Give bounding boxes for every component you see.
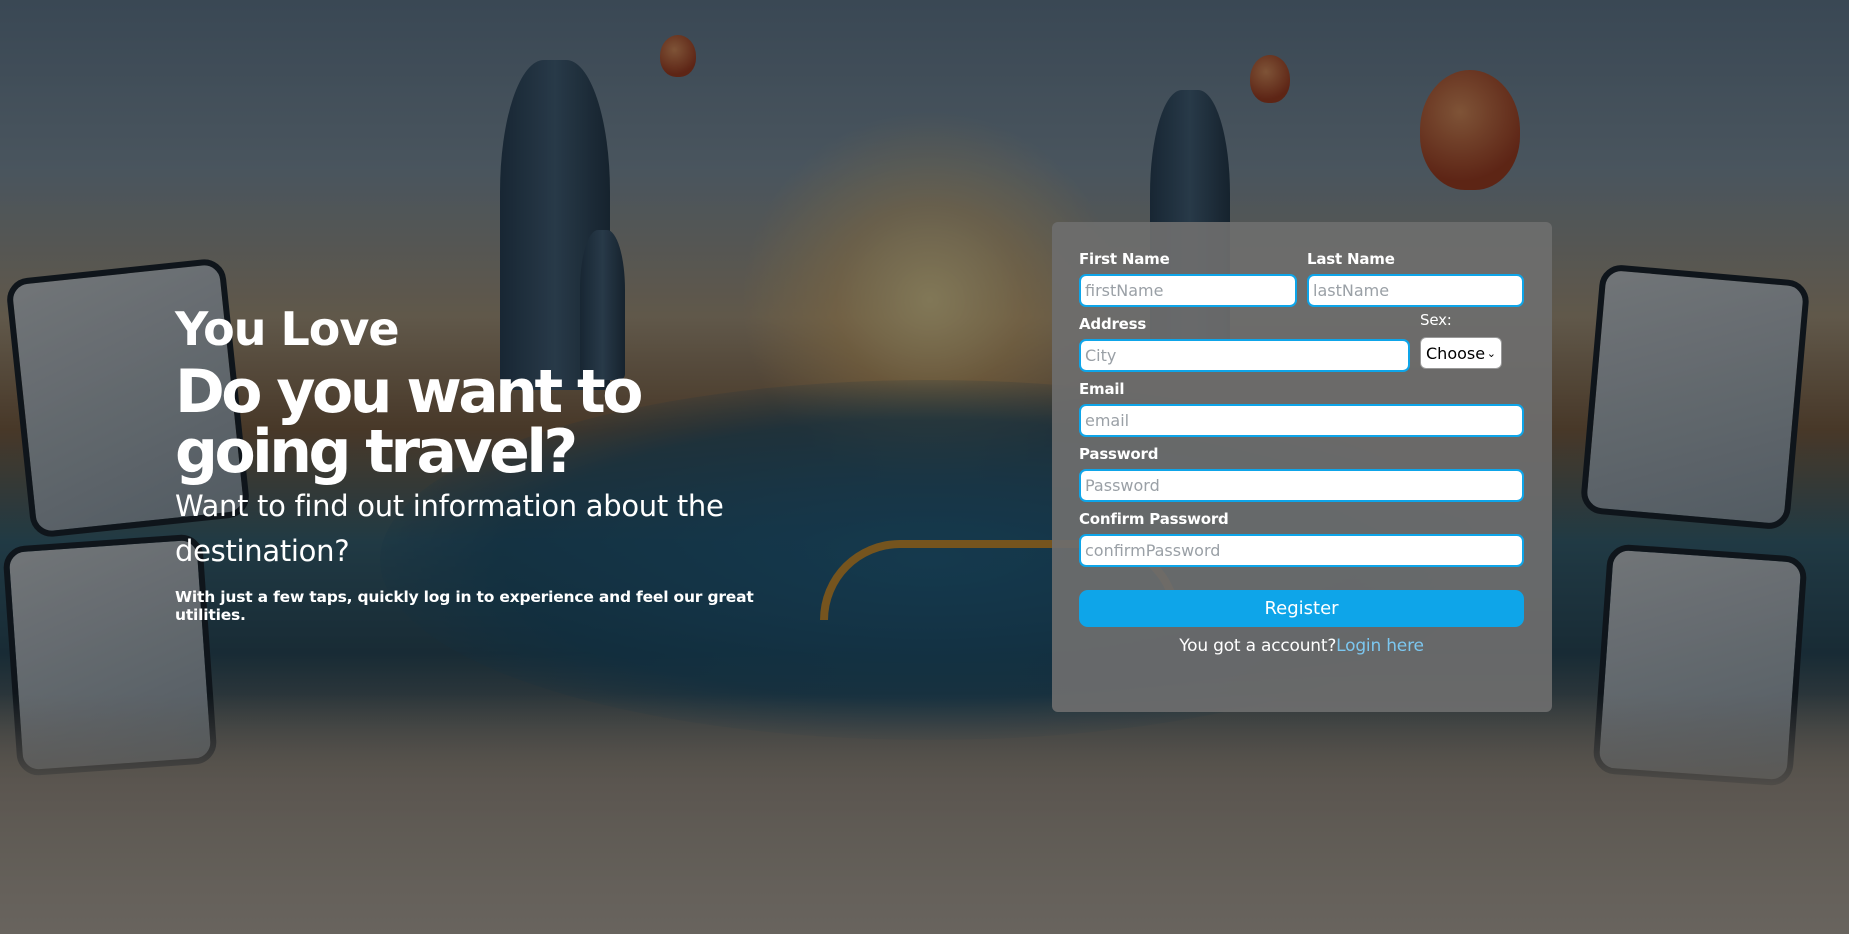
- email-group: Email: [1079, 378, 1524, 437]
- first-name-group: First Name: [1079, 248, 1297, 307]
- hero-subtitle: Want to find out information about the d…: [175, 489, 724, 568]
- password-label: Password: [1079, 445, 1159, 463]
- confirm-password-label: Confirm Password: [1079, 510, 1229, 528]
- confirm-password-input[interactable]: [1079, 534, 1524, 567]
- address-row: Address Sex: Choose ⌄: [1079, 311, 1524, 372]
- confirm-password-group: Confirm Password: [1079, 508, 1524, 567]
- address-group: Address: [1079, 313, 1410, 372]
- register-form: First Name Last Name Address Sex: Choose…: [1052, 222, 1552, 712]
- login-link[interactable]: Login here: [1336, 636, 1424, 656]
- hero-eyebrow: You Love: [175, 302, 400, 356]
- sex-label: Sex:: [1420, 311, 1452, 329]
- first-name-label: First Name: [1079, 250, 1170, 268]
- hero-note: With just a few taps, quickly log in to …: [175, 588, 754, 624]
- email-label: Email: [1079, 380, 1125, 398]
- last-name-label: Last Name: [1307, 250, 1395, 268]
- hero-section: You Love Do you want to going travel? Wa…: [175, 300, 815, 624]
- name-row: First Name Last Name: [1079, 248, 1524, 307]
- register-button[interactable]: Register: [1079, 590, 1524, 627]
- hero-title: Do you want to going travel?: [175, 357, 643, 487]
- sex-group: Sex: Choose ⌄: [1420, 309, 1502, 372]
- city-input[interactable]: [1079, 339, 1410, 372]
- login-prompt: You got a account?Login here: [1079, 636, 1524, 656]
- email-input[interactable]: [1079, 404, 1524, 437]
- sex-select[interactable]: Choose ⌄: [1420, 337, 1502, 369]
- password-input[interactable]: [1079, 469, 1524, 502]
- sex-select-value: Choose: [1426, 343, 1486, 363]
- first-name-input[interactable]: [1079, 274, 1297, 307]
- last-name-input[interactable]: [1307, 274, 1524, 307]
- chevron-down-icon: ⌄: [1486, 346, 1496, 360]
- password-group: Password: [1079, 443, 1524, 502]
- login-prompt-text: You got a account?: [1179, 636, 1337, 656]
- address-label: Address: [1079, 315, 1147, 333]
- last-name-group: Last Name: [1307, 248, 1524, 307]
